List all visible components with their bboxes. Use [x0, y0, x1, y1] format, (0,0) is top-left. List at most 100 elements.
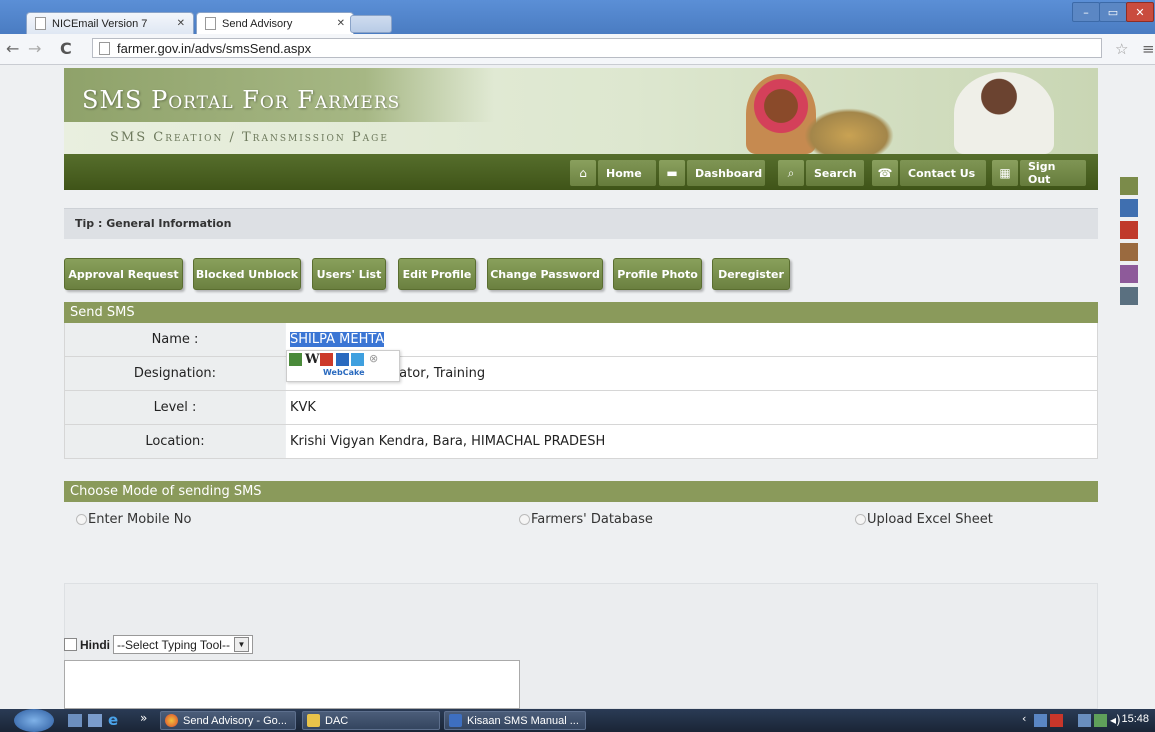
share-icon[interactable] [289, 353, 302, 366]
designation-row: Designation: Program Coordinator, Traini… [64, 357, 1098, 391]
nav-dashboard[interactable]: Dashboard [687, 160, 765, 186]
flag-icon[interactable] [1050, 714, 1063, 727]
wikipedia-icon[interactable]: W [305, 352, 320, 367]
close-icon[interactable]: ⊗ [369, 352, 378, 365]
level-label: Level : [65, 391, 285, 424]
edit-profile-button[interactable]: Edit Profile [398, 258, 476, 290]
taskbar-item-dac[interactable]: DAC [302, 711, 440, 730]
maximize-button[interactable]: ▭ [1099, 2, 1127, 22]
folder-icon [307, 714, 320, 727]
mode-option-label: Farmers' Database [531, 512, 653, 527]
theme-swatch-green[interactable] [1120, 177, 1138, 195]
sms-textarea[interactable] [64, 660, 520, 709]
taskbar-item-kisaan-manual[interactable]: Kisaan SMS Manual ... [444, 711, 586, 730]
deregister-button[interactable]: Deregister [712, 258, 790, 290]
hindi-checkbox[interactable] [64, 638, 77, 651]
close-icon[interactable]: ✕ [337, 18, 345, 29]
forward-icon[interactable]: → [28, 39, 41, 58]
name-value: SHILPA MEHTA [286, 323, 1097, 356]
tab-send-advisory[interactable]: Send Advisory ✕ [196, 12, 354, 34]
close-icon[interactable]: ✕ [177, 18, 185, 29]
change-password-button[interactable]: Change Password [487, 258, 603, 290]
show-desktop-icon[interactable] [68, 714, 82, 727]
location-value: Krishi Vigyan Kendra, Bara, HIMACHAL PRA… [286, 425, 1097, 458]
profile-photo-button[interactable]: Profile Photo [613, 258, 702, 290]
start-button[interactable] [14, 709, 54, 732]
reload-icon[interactable]: C [60, 39, 72, 58]
radio-button[interactable] [855, 514, 866, 525]
taskbar-item-label: Send Advisory - Go... [183, 714, 287, 727]
calendar-icon[interactable]: ▦ [992, 160, 1018, 186]
volume-icon[interactable]: ◂) [1110, 713, 1121, 727]
banner-subtitle: SMS Creation / Transmission Page [110, 130, 389, 145]
power-icon[interactable] [1094, 714, 1107, 727]
translate-icon[interactable] [336, 353, 349, 366]
typing-tool-value: --Select Typing Tool-- [117, 637, 230, 652]
close-window-button[interactable]: ✕ [1126, 2, 1154, 22]
dashboard-icon[interactable]: ▬ [659, 160, 685, 186]
theme-swatch-slate[interactable] [1120, 287, 1138, 305]
name-label: Name : [65, 323, 285, 356]
twitter-icon[interactable] [351, 353, 364, 366]
location-label: Location: [65, 425, 285, 458]
nav-search[interactable]: Search [806, 160, 864, 186]
chrome-icon [165, 714, 178, 727]
url-input[interactable]: farmer.gov.in/advs/smsSend.aspx [92, 38, 1102, 58]
minimize-button[interactable]: – [1072, 2, 1100, 22]
users-list-button[interactable]: Users' List [312, 258, 386, 290]
taskbar-item-send-advisory[interactable]: Send Advisory - Go... [160, 711, 296, 730]
network-icon[interactable] [1034, 714, 1047, 727]
explorer-icon[interactable] [88, 714, 102, 727]
clock[interactable]: 15:48 [1121, 713, 1149, 725]
chevron-left-icon[interactable]: ‹ [1022, 712, 1026, 725]
location-row: Location: Krishi Vigyan Kendra, Bara, HI… [64, 425, 1098, 459]
send-sms-header: Send SMS [64, 302, 1098, 323]
nav-sign-out[interactable]: Sign Out [1020, 160, 1086, 186]
mode-header: Choose Mode of sending SMS [64, 481, 1098, 502]
tab-nicemail[interactable]: NICEmail Version 7 ✕ [26, 12, 194, 34]
level-value: KVK [286, 391, 1097, 424]
new-tab-button[interactable] [350, 15, 392, 33]
mode-option-excel[interactable]: Upload Excel Sheet [855, 512, 993, 527]
nav-home[interactable]: Home [598, 160, 656, 186]
theme-swatch-purple[interactable] [1120, 265, 1138, 283]
nav-contact-us[interactable]: Contact Us [900, 160, 986, 186]
taskbar-item-label: Kisaan SMS Manual ... [467, 714, 579, 727]
page-icon [35, 17, 46, 30]
designation-label: Designation: [65, 357, 285, 390]
theme-swatch-blue[interactable] [1120, 199, 1138, 217]
tip-bar: Tip : General Information [64, 208, 1098, 239]
mode-option-mobile[interactable]: Enter Mobile No [76, 512, 191, 527]
blocked-unblock-button[interactable]: Blocked Unblock [193, 258, 301, 290]
youtube-icon[interactable] [320, 353, 333, 366]
name-row: Name : SHILPA MEHTA [64, 323, 1098, 357]
hindi-label: Hindi [80, 637, 110, 652]
level-row: Level : KVK [64, 391, 1098, 425]
page-content: SMS Portal For Farmers SMS Creation / Tr… [0, 65, 1155, 709]
home-icon[interactable]: ⌂ [570, 160, 596, 186]
mode-option-database[interactable]: Farmers' Database [519, 512, 653, 527]
theme-swatch-red[interactable] [1120, 221, 1138, 239]
ie-icon[interactable]: e [108, 711, 118, 729]
word-icon [449, 714, 462, 727]
radio-button[interactable] [76, 514, 87, 525]
url-text: farmer.gov.in/advs/smsSend.aspx [117, 40, 312, 56]
chevron-down-icon[interactable]: ▼ [233, 637, 249, 652]
radio-button[interactable] [519, 514, 530, 525]
approval-request-button[interactable]: Approval Request [64, 258, 183, 290]
chevron-right-icon[interactable]: » [140, 711, 147, 725]
taskbar: e » Send Advisory - Go... DAC Kisaan SMS… [0, 709, 1155, 732]
menu-icon[interactable]: ≡ [1142, 40, 1155, 58]
webcake-label: WebCake [323, 368, 365, 377]
star-icon[interactable]: ☆ [1115, 40, 1128, 58]
name-value-text: SHILPA MEHTA [290, 332, 385, 347]
wheat-image [804, 108, 894, 154]
webcake-popup[interactable]: W ⊗ WebCake [286, 350, 400, 382]
back-icon[interactable]: ← [6, 39, 19, 58]
monitor-icon[interactable] [1078, 714, 1091, 727]
theme-swatch-brown[interactable] [1120, 243, 1138, 261]
phone-icon[interactable]: ☎ [872, 160, 898, 186]
search-icon[interactable]: ⌕ [778, 160, 804, 186]
browser-tab-bar: NICEmail Version 7 ✕ Send Advisory ✕ – ▭… [0, 0, 1155, 34]
typing-tool-select[interactable]: --Select Typing Tool-- ▼ [113, 635, 253, 654]
